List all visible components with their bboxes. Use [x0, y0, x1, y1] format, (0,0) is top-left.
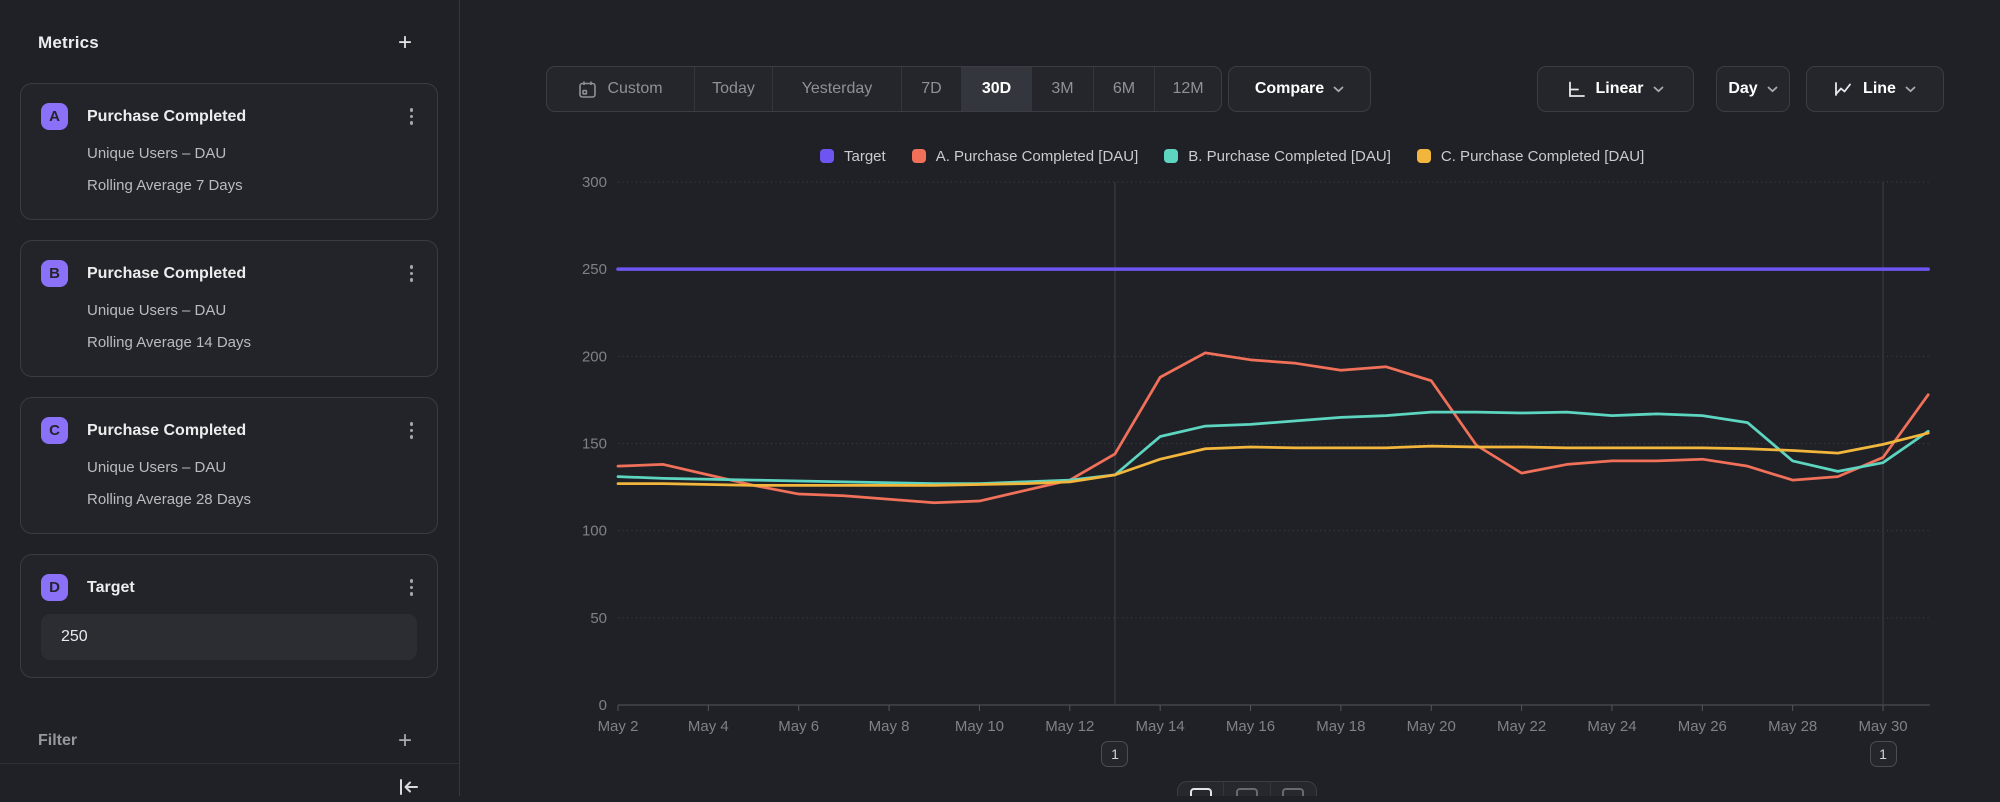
filter-section-title: Filter	[38, 732, 77, 750]
metric-badge-d: D	[41, 574, 68, 601]
overflow-menu-icon[interactable]	[406, 263, 418, 284]
metric-rolling-average[interactable]: Rolling Average 28 Days	[87, 491, 417, 508]
chart-tool-button-1[interactable]	[1178, 782, 1223, 796]
chart-tools-toolbar	[1177, 781, 1317, 796]
x-axis-label: May 20	[1407, 718, 1456, 735]
metric-measurement[interactable]: Unique Users – DAU	[87, 302, 417, 319]
y-axis-label: 250	[582, 261, 607, 278]
metric-title: Purchase Completed	[87, 422, 246, 440]
add-filter-button plus-icon[interactable]: +	[398, 730, 412, 752]
target-card-header: D Target	[41, 574, 417, 601]
chart-tool-button-3[interactable]	[1270, 782, 1316, 796]
x-axis-label: May 14	[1136, 718, 1185, 735]
metric-card-a[interactable]: A Purchase Completed Unique Users – DAU …	[20, 83, 438, 220]
metrics-header: Metrics +	[38, 28, 412, 58]
x-axis-label: May 6	[778, 718, 819, 735]
metric-title: Purchase Completed	[87, 265, 246, 283]
x-axis-label: May 26	[1678, 718, 1727, 735]
annotation-badge[interactable]: 1	[1870, 741, 1897, 767]
annotation-badge[interactable]: 1	[1101, 741, 1128, 767]
metrics-section-title: Metrics	[38, 33, 99, 53]
x-axis-label: May 16	[1226, 718, 1275, 735]
metric-measurement[interactable]: Unique Users – DAU	[87, 145, 417, 162]
y-axis-label: 100	[582, 523, 607, 540]
metric-badge-c: C	[41, 417, 68, 444]
metric-badge-a: A	[41, 103, 68, 130]
metric-title: Purchase Completed	[87, 108, 246, 126]
y-axis-label: 200	[582, 348, 607, 365]
target-value-input[interactable]: 250	[41, 614, 417, 660]
x-axis-label: May 30	[1858, 718, 1907, 735]
x-axis-label: May 2	[598, 718, 639, 735]
add-metric-button plus-icon[interactable]: +	[398, 32, 412, 54]
x-axis-label: May 4	[688, 718, 729, 735]
rounded-rect-icon	[1190, 788, 1212, 796]
x-axis-label: May 22	[1497, 718, 1546, 735]
x-axis-label: May 10	[955, 718, 1004, 735]
x-axis-label: May 28	[1768, 718, 1817, 735]
metric-badge-b: B	[41, 260, 68, 287]
chart-panel: Custom Today Yesterday 7D 30D 3M 6M 12M …	[460, 0, 2000, 796]
overflow-menu-icon[interactable]	[406, 106, 418, 127]
collapse-left-icon	[398, 777, 420, 797]
x-axis-label: May 12	[1045, 718, 1094, 735]
x-axis-label: May 18	[1316, 718, 1365, 735]
metric-card-b[interactable]: B Purchase Completed Unique Users – DAU …	[20, 240, 438, 377]
metric-rolling-average[interactable]: Rolling Average 7 Days	[87, 177, 417, 194]
y-axis-label: 300	[582, 174, 607, 191]
overflow-menu-icon[interactable]	[406, 420, 418, 441]
chart-tool-button-2[interactable]	[1223, 782, 1269, 796]
y-axis-label: 50	[590, 610, 607, 627]
target-title: Target	[87, 579, 135, 597]
metric-measurement[interactable]: Unique Users – DAU	[87, 459, 417, 476]
line-chart: 0 50 100 150 200 250 300 May 2 May 4 May 6 May 8 Ma…	[460, 0, 2000, 796]
sidebar-divider	[0, 763, 459, 764]
metric-card-a-header: A Purchase Completed	[41, 103, 417, 130]
y-axis-label: 150	[582, 436, 607, 453]
series-c	[618, 433, 1928, 485]
target-card[interactable]: D Target 250	[20, 554, 438, 678]
x-axis-label: May 24	[1587, 718, 1636, 735]
metric-rolling-average[interactable]: Rolling Average 14 Days	[87, 334, 417, 351]
overflow-menu-icon[interactable]	[406, 577, 418, 598]
x-axis-label: May 8	[869, 718, 910, 735]
filter-section: Filter +	[38, 726, 412, 756]
rounded-rect-icon	[1282, 788, 1304, 796]
y-axis-label: 0	[599, 697, 607, 714]
metrics-sidebar: Metrics + A Purchase Completed Unique Us…	[0, 0, 460, 796]
metric-card-c[interactable]: C Purchase Completed Unique Users – DAU …	[20, 397, 438, 534]
rounded-rect-icon	[1236, 788, 1258, 796]
metric-card-b-header: B Purchase Completed	[41, 260, 417, 287]
metric-card-c-header: C Purchase Completed	[41, 417, 417, 444]
